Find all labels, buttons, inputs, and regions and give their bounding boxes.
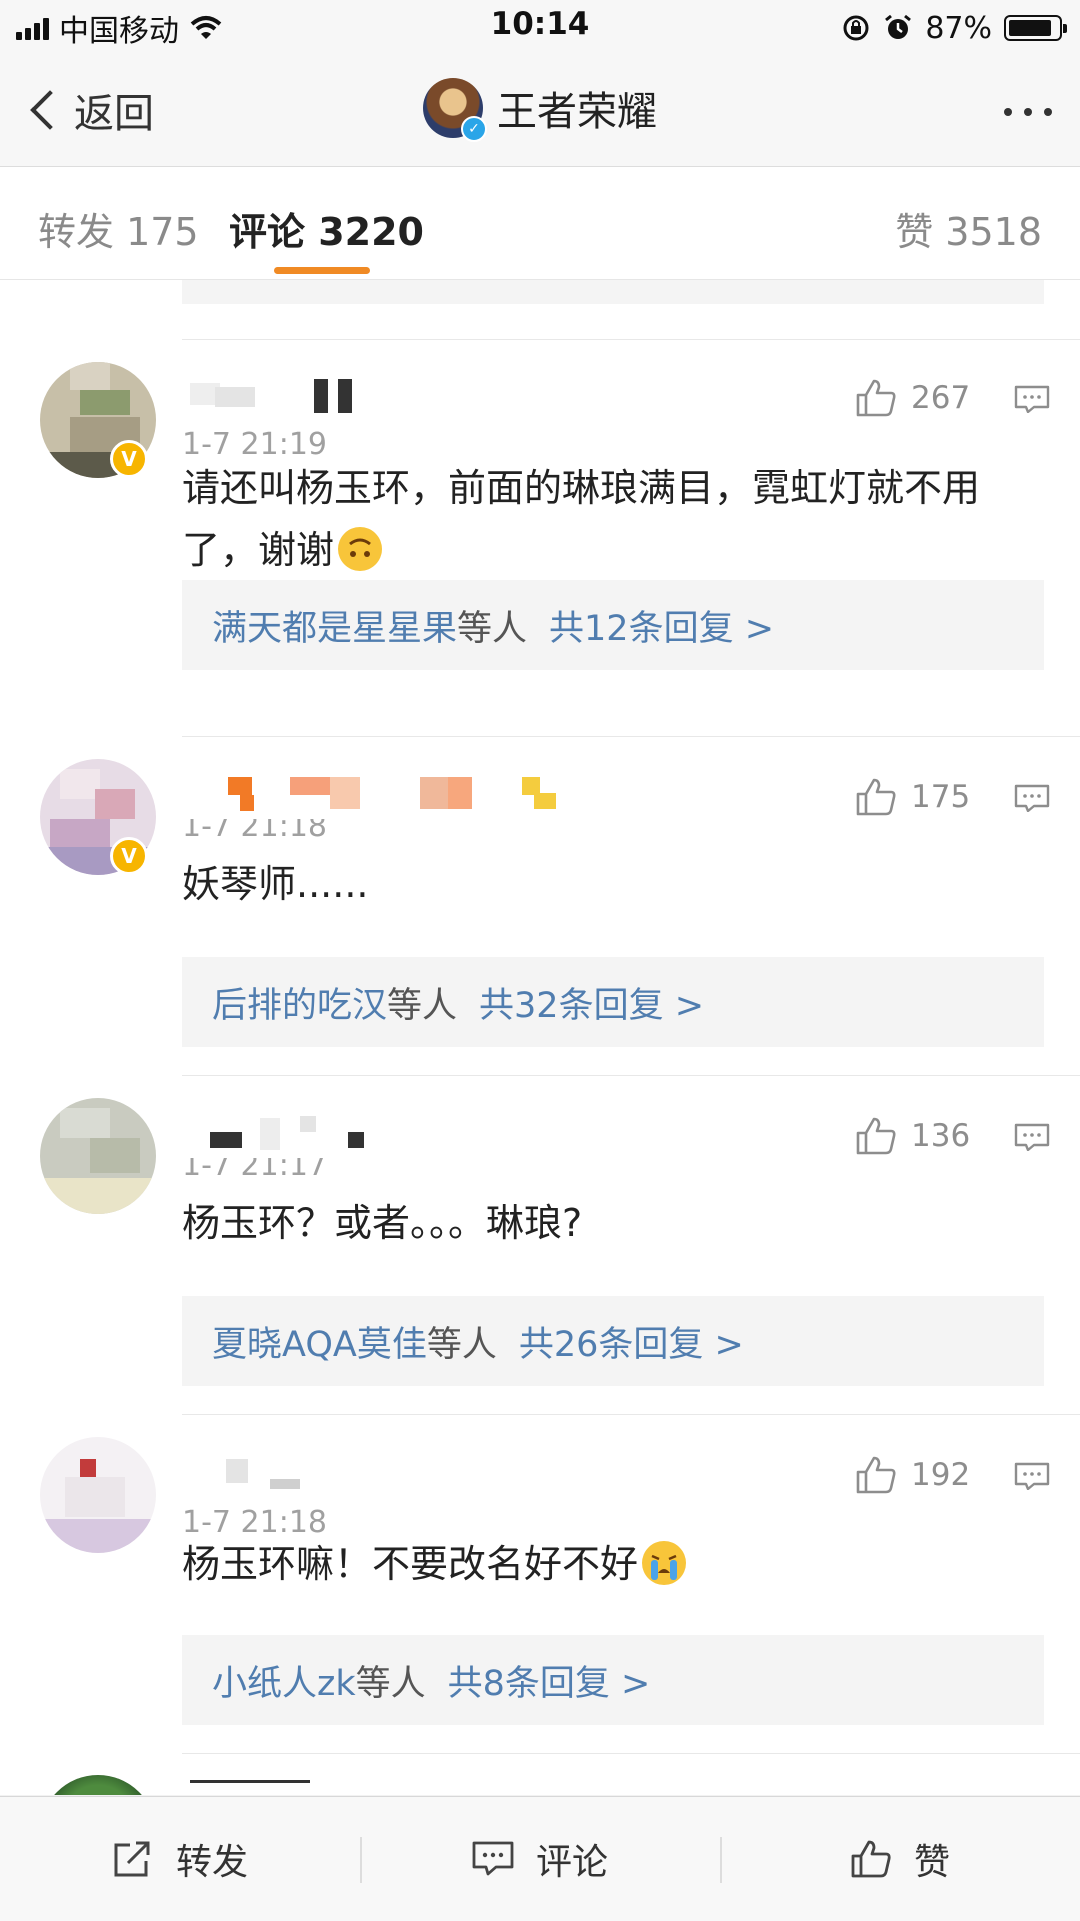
reply-etc: 等人 — [355, 1663, 426, 1704]
separator — [720, 1837, 722, 1883]
share-icon — [114, 1841, 150, 1877]
thumbs-up-icon — [856, 1117, 896, 1155]
comment-text: 妖琴师...... — [182, 862, 369, 906]
bottom-action-bar: 转发 评论 赞 — [0, 1796, 1080, 1921]
repost-label: 转发 — [176, 1842, 249, 1883]
verified-blue-icon: ✓ — [461, 116, 487, 142]
battery-icon — [1004, 15, 1067, 41]
previous-reply-box — [182, 280, 1044, 304]
tab-likes[interactable]: 赞 3518 — [895, 201, 1042, 256]
like-count: 192 — [911, 1457, 971, 1493]
like-count: 175 — [911, 779, 971, 815]
status-right: 87% — [841, 8, 1067, 48]
separator — [360, 1837, 362, 1883]
reply-etc: 等人 — [426, 1324, 497, 1365]
username-redacted — [190, 1780, 310, 1795]
comment-item: V 1-7 21:18 175 妖琴师...... 后排的吃汉 等人 共32条回… — [0, 737, 1080, 1075]
account-avatar: ✓ — [423, 78, 487, 142]
reply-users[interactable]: 小纸人zk — [212, 1655, 356, 1706]
replies-preview[interactable]: 夏晓AQA莫佳 等人 共26条回复 > — [182, 1296, 1044, 1386]
thumbs-up-icon — [856, 778, 896, 816]
reply-count-link[interactable]: 共12条回复 > — [549, 600, 774, 651]
comment-icon — [472, 1841, 514, 1876]
battery-percent: 87% — [925, 10, 992, 46]
reply-comment-icon[interactable] — [1014, 784, 1050, 812]
username-redacted — [190, 777, 560, 817]
status-bar: 中国移动 10:14 87% — [0, 0, 1080, 54]
comment-body: 请还叫杨玉环，前面的琳琅满目，霓虹灯就不用了，谢谢 — [182, 457, 1022, 581]
tab-bar: 转发 175 评论 3220 赞 3518 — [0, 167, 1080, 280]
divider — [182, 1753, 1080, 1754]
nav-account[interactable]: ✓ 王者荣耀 — [0, 78, 1080, 142]
user-avatar[interactable] — [40, 1437, 156, 1553]
username-redacted — [190, 1455, 310, 1495]
replies-preview[interactable]: 满天都是星星果 等人 共12条回复 > — [182, 580, 1044, 670]
username-redacted — [190, 375, 352, 415]
reply-users[interactable]: 夏晓AQA莫佳 — [212, 1316, 427, 1367]
comment-text: 杨玉环？或者。。。琳琅? — [182, 1201, 583, 1245]
comment-label: 评论 — [536, 1842, 609, 1883]
thumbs-up-icon — [851, 1840, 891, 1878]
replies-preview[interactable]: 后排的吃汉 等人 共32条回复 > — [182, 957, 1044, 1047]
upside-down-face-emoji-icon — [338, 527, 383, 571]
repost-button[interactable]: 转发 — [112, 1797, 248, 1921]
like-button[interactable]: 136 — [855, 1116, 970, 1156]
thumbs-up-icon — [856, 1456, 896, 1494]
user-avatar[interactable] — [40, 1098, 156, 1214]
comment-text: 请还叫杨玉环，前面的琳琅满目，霓虹灯就不用了，谢谢 — [182, 466, 981, 572]
comment-item: 1-7 21:17 136 杨玉环？或者。。。琳琅? 夏晓AQA莫佳 等人 共2… — [0, 1076, 1080, 1414]
reply-users[interactable]: 后排的吃汉 — [212, 977, 387, 1028]
like-count: 136 — [911, 1118, 971, 1154]
like-button[interactable]: 192 — [855, 1455, 970, 1495]
crying-face-emoji-icon — [642, 1541, 687, 1585]
reply-count-link[interactable]: 共8条回复 > — [448, 1655, 651, 1706]
reply-comment-icon[interactable] — [1014, 385, 1050, 413]
username-redacted — [190, 1116, 370, 1156]
reply-etc: 等人 — [457, 608, 528, 649]
like-button[interactable]: 175 — [855, 777, 970, 817]
reply-count-link[interactable]: 共32条回复 > — [479, 977, 704, 1028]
alarm-icon — [885, 14, 912, 39]
reply-etc: 等人 — [387, 985, 458, 1026]
tab-comments[interactable]: 评论 3220 — [229, 201, 424, 256]
comment-text: 杨玉环嘛！不要改名好不好 — [182, 1542, 639, 1586]
reply-comment-icon[interactable] — [1014, 1123, 1050, 1151]
reply-comment-icon[interactable] — [1014, 1462, 1050, 1490]
user-avatar[interactable] — [40, 1775, 156, 1795]
comment-button[interactable]: 评论 — [472, 1797, 608, 1921]
comment-item: V 1-7 21:19 267 请还叫杨玉环，前面的琳琅满目，霓虹灯就不用了，谢… — [0, 340, 1080, 680]
like-count: 267 — [911, 380, 971, 416]
thumbs-up-icon — [856, 379, 896, 417]
replies-preview[interactable]: 小纸人zk 等人 共8条回复 > — [182, 1635, 1044, 1725]
like-button[interactable]: 267 — [855, 378, 970, 418]
like-post-button[interactable]: 赞 — [850, 1797, 950, 1921]
active-tab-indicator — [274, 267, 370, 274]
like-label: 赞 — [914, 1842, 951, 1883]
comment-list: V 1-7 21:19 267 请还叫杨玉环，前面的琳琅满目，霓虹灯就不用了，谢… — [0, 280, 1080, 1795]
nav-bar: 返回 ✓ 王者荣耀 — [0, 54, 1080, 167]
verified-badge-icon: V — [110, 440, 148, 478]
comment-body: 杨玉环嘛！不要改名好不好 — [182, 1533, 1022, 1595]
more-options-icon[interactable] — [1004, 108, 1052, 116]
page-title: 王者荣耀 — [497, 89, 657, 135]
comment-item: 1-7 21:18 192 杨玉环嘛！不要改名好不好 小纸人zk 等人 共8条回… — [0, 1415, 1080, 1753]
reply-users[interactable]: 满天都是星星果 — [212, 600, 457, 651]
verified-badge-icon: V — [110, 837, 148, 875]
reply-count-link[interactable]: 共26条回复 > — [519, 1316, 744, 1367]
tab-repost[interactable]: 转发 175 — [38, 201, 199, 256]
rotation-lock-icon — [843, 15, 869, 41]
